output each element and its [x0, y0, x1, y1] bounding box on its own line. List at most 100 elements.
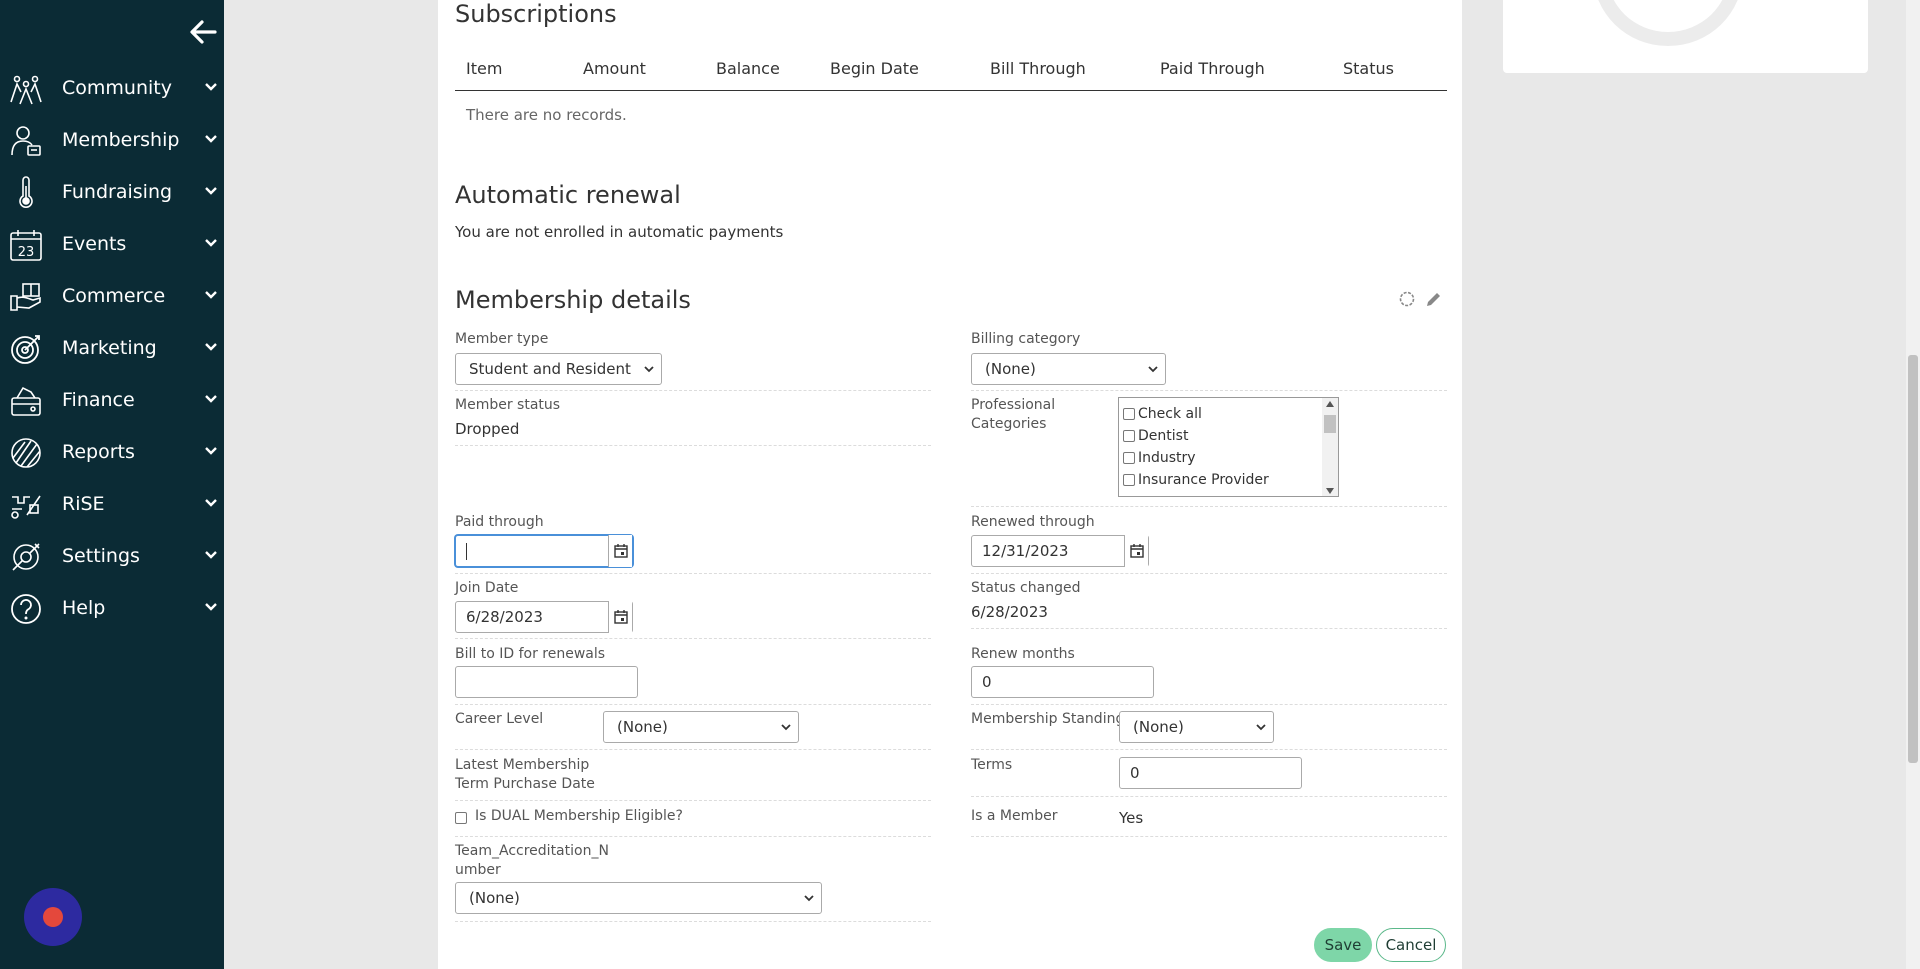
sidebar-item-settings[interactable]: Settings	[0, 534, 224, 578]
sidebar-item-finance[interactable]: Finance	[0, 378, 224, 422]
career-level-select[interactable]: (None)	[603, 711, 799, 743]
membership-icon	[11, 126, 41, 156]
list-scrollbar[interactable]	[1322, 398, 1338, 496]
sidebar-item-community[interactable]: Community	[0, 66, 224, 110]
row-divider	[455, 638, 931, 639]
row-divider	[971, 628, 1447, 629]
member-status-value: Dropped	[455, 420, 520, 438]
edit-pencil-icon[interactable]	[1424, 290, 1443, 309]
sidebar-item-membership[interactable]: Membership	[0, 118, 224, 162]
career-level-label: Career Level	[455, 711, 544, 727]
terms-label: Terms	[971, 757, 1013, 773]
column-header-amount: Amount	[583, 59, 646, 78]
row-divider	[971, 796, 1447, 797]
page-scroll-thumb[interactable]	[1908, 355, 1918, 763]
row-divider	[455, 573, 931, 574]
sidebar-item-help[interactable]: Help	[0, 586, 224, 630]
chevron-down-icon	[205, 551, 217, 559]
row-divider	[971, 506, 1447, 507]
label-line: Latest Membership	[455, 757, 590, 773]
sidebar-item-label: Marketing	[62, 337, 157, 359]
row-divider	[971, 836, 1447, 837]
sidebar-item-label: Fundraising	[62, 181, 173, 203]
sidebar-item-rise[interactable]: RiSE	[0, 482, 224, 526]
renewed-through-value: 12/31/2023	[982, 542, 1069, 560]
sidebar-item-label: Membership	[62, 129, 180, 151]
thermometer-icon	[19, 176, 33, 208]
calendar-icon	[614, 610, 628, 624]
latest-term-purchase-label: Latest Membership Term Purchase Date	[455, 756, 595, 794]
community-icon	[10, 75, 42, 105]
save-button[interactable]: Save	[1314, 928, 1372, 962]
career-level-value: (None)	[617, 718, 668, 736]
insurance-provider-checkbox[interactable]	[1123, 474, 1135, 486]
terms-value: 0	[1130, 764, 1140, 782]
sidebar: Community Membership Fundraising 23 Even…	[0, 0, 224, 969]
automatic-renewal-text: You are not enrolled in automatic paymen…	[455, 223, 784, 241]
sidebar-item-reports[interactable]: Reports	[0, 430, 224, 474]
chevron-down-icon	[205, 343, 217, 351]
chat-launcher-button[interactable]	[24, 888, 82, 946]
reports-icon	[11, 438, 41, 468]
list-item: Insurance Provider	[1123, 470, 1269, 490]
renew-months-input[interactable]: 0	[971, 666, 1154, 698]
refresh-icon[interactable]	[1398, 290, 1416, 308]
paid-through-calendar-button[interactable]	[608, 535, 632, 567]
sidebar-item-commerce[interactable]: Commerce	[0, 274, 224, 318]
team-accreditation-select[interactable]: (None)	[455, 882, 822, 914]
renewed-through-calendar-button[interactable]	[1124, 535, 1148, 567]
column-header-begin-date: Begin Date	[830, 59, 919, 78]
member-type-select[interactable]: Student and Resident	[455, 353, 662, 385]
row-divider	[455, 390, 931, 391]
is-a-member-value: Yes	[1119, 809, 1144, 827]
scroll-up-icon[interactable]	[1326, 401, 1334, 407]
column-header-paid-through: Paid Through	[1160, 59, 1265, 78]
paid-through-label: Paid through	[455, 514, 544, 530]
renewed-through-input[interactable]: 12/31/2023	[971, 535, 1149, 567]
membership-standing-select[interactable]: (None)	[1119, 711, 1274, 743]
team-accreditation-label: Team_Accreditation_N umber	[455, 842, 609, 880]
label-line: umber	[455, 862, 501, 878]
membership-standing-value: (None)	[1133, 718, 1184, 736]
dual-eligible-checkbox[interactable]	[455, 812, 467, 824]
sidebar-item-marketing[interactable]: Marketing	[0, 326, 224, 370]
chevron-down-icon	[205, 239, 217, 247]
cancel-button[interactable]: Cancel	[1376, 928, 1446, 962]
bill-to-id-input[interactable]	[455, 666, 638, 698]
svg-text:23: 23	[18, 245, 35, 260]
column-header-status: Status	[1343, 59, 1394, 78]
option-label: Dentist	[1138, 428, 1189, 444]
dentist-checkbox[interactable]	[1123, 430, 1135, 442]
industry-checkbox[interactable]	[1123, 452, 1135, 464]
chevron-down-icon	[205, 499, 217, 507]
professional-categories-list[interactable]: Check all Dentist Industry Insurance Pro…	[1118, 397, 1339, 497]
member-type-label: Member type	[455, 331, 549, 347]
billing-category-select[interactable]: (None)	[971, 353, 1166, 385]
sidebar-item-label: Reports	[62, 441, 135, 463]
chevron-down-icon	[205, 447, 217, 455]
target-icon	[11, 335, 40, 364]
bill-to-id-label: Bill to ID for renewals	[455, 646, 606, 662]
sidebar-item-events[interactable]: 23 Events	[0, 222, 224, 266]
terms-input[interactable]: 0	[1119, 757, 1302, 789]
help-icon	[11, 594, 41, 624]
row-divider	[971, 390, 1447, 391]
progress-ring-icon	[1593, 0, 1743, 46]
row-divider	[455, 445, 931, 446]
chevron-down-icon	[1256, 724, 1266, 731]
back-arrow-icon[interactable]	[188, 18, 218, 46]
join-date-calendar-button[interactable]	[608, 601, 632, 633]
join-date-input[interactable]: 6/28/2023	[455, 601, 633, 633]
scroll-down-icon[interactable]	[1326, 488, 1334, 494]
sidebar-item-label: Settings	[62, 545, 140, 567]
record-dot-icon	[43, 907, 63, 927]
row-divider	[971, 704, 1447, 705]
check-all-checkbox[interactable]	[1123, 408, 1135, 420]
text-cursor	[466, 543, 467, 560]
list-scroll-thumb[interactable]	[1324, 415, 1336, 433]
member-status-label: Member status	[455, 397, 561, 413]
sidebar-item-fundraising[interactable]: Fundraising	[0, 170, 224, 214]
paid-through-input[interactable]	[455, 535, 633, 567]
finance-icon	[11, 386, 41, 416]
chevron-down-icon	[781, 724, 791, 731]
